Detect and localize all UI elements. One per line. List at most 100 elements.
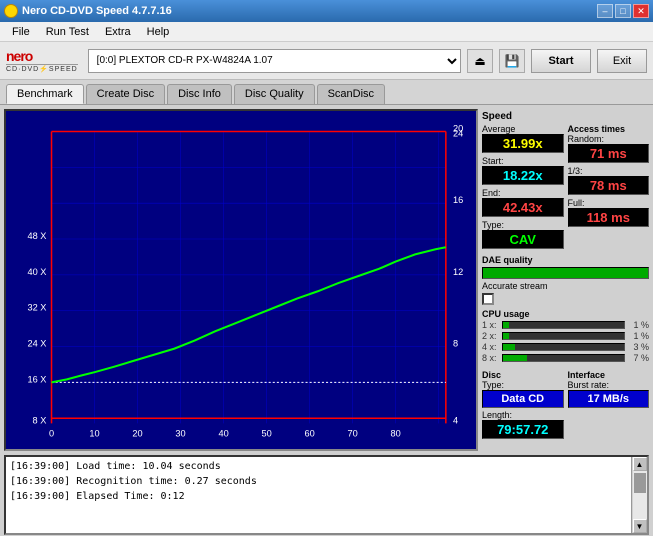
accurate-stream-label: Accurate stream — [482, 281, 649, 291]
access-times-label: Access times — [568, 124, 650, 134]
log-scrollbar[interactable]: ▲ ▼ — [631, 457, 647, 533]
start-label: Start: — [482, 156, 564, 166]
main-content: 8 X 16 X 24 X 32 X 40 X 48 X 4 8 12 16 2… — [0, 105, 653, 455]
log-line-2: [16:39:00] Recognition time: 0.27 second… — [10, 474, 627, 489]
one-third-label: 1/3: — [568, 166, 650, 176]
type-value: CAV — [482, 230, 564, 249]
interface-col: Interface Burst rate: 17 MB/s — [568, 370, 650, 439]
close-button[interactable]: ✕ — [633, 4, 649, 18]
tab-benchmark[interactable]: Benchmark — [6, 84, 84, 104]
cpu-2x-value: 1 % — [627, 331, 649, 341]
tab-disc-quality[interactable]: Disc Quality — [234, 84, 315, 104]
random-label: Random: — [568, 134, 650, 144]
scroll-track[interactable] — [633, 471, 647, 519]
disc-interface-row: Disc Type: Data CD Length: 79:57.72 Inte… — [482, 370, 649, 439]
svg-text:4: 4 — [453, 415, 458, 425]
menu-extra[interactable]: Extra — [97, 24, 139, 40]
window-title: Nero CD-DVD Speed 4.7.7.16 — [22, 5, 172, 17]
cpu-2x-label: 2 x: — [482, 331, 500, 341]
title-controls[interactable]: – □ ✕ — [597, 4, 649, 18]
cpu-4x-fill — [503, 344, 515, 350]
cpu-row-4x: 4 x: 3 % — [482, 342, 649, 352]
interface-label: Interface — [568, 370, 650, 380]
cpu-4x-value: 3 % — [627, 342, 649, 352]
scroll-thumb[interactable] — [634, 473, 646, 493]
maximize-button[interactable]: □ — [615, 4, 631, 18]
dae-label: DAE quality — [482, 255, 649, 265]
tab-disc-info[interactable]: Disc Info — [167, 84, 232, 104]
logo-subtitle: CD·DVD⚡SPEED — [6, 64, 78, 73]
cpu-label: CPU usage — [482, 309, 649, 319]
log-line-3: [16:39:00] Elapsed Time: 0:12 — [10, 489, 627, 504]
tab-create-disc[interactable]: Create Disc — [86, 84, 165, 104]
speed-col: Average 31.99x Start: 18.22x End: 42.43x… — [482, 124, 564, 249]
save-button[interactable]: 💾 — [499, 49, 525, 73]
svg-text:16: 16 — [453, 195, 463, 205]
disc-col: Disc Type: Data CD Length: 79:57.72 — [482, 370, 564, 439]
speed-access-row: Average 31.99x Start: 18.22x End: 42.43x… — [482, 124, 649, 249]
cpu-section: CPU usage 1 x: 1 % 2 x: 1 % 4 x: — [482, 309, 649, 364]
logo: nero CD·DVD⚡SPEED — [6, 48, 78, 73]
tab-bar: Benchmark Create Disc Disc Info Disc Qua… — [0, 80, 653, 105]
drive-select[interactable]: [0:0] PLEXTOR CD-R PX-W4824A 1.07 — [88, 49, 461, 73]
chart-area: 8 X 16 X 24 X 32 X 40 X 48 X 4 8 12 16 2… — [4, 109, 478, 451]
menu-bar: File Run Test Extra Help — [0, 22, 653, 42]
type-label: Type: — [482, 220, 564, 230]
minimize-button[interactable]: – — [597, 4, 613, 18]
svg-text:16 X: 16 X — [27, 374, 46, 384]
cpu-1x-bar — [502, 321, 625, 329]
access-col: Access times Random: 71 ms 1/3: 78 ms Fu… — [568, 124, 650, 249]
dae-bar — [482, 267, 649, 279]
menu-file[interactable]: File — [4, 24, 38, 40]
cpu-4x-bar — [502, 343, 625, 351]
disc-label: Disc — [482, 370, 564, 380]
log-area: [16:39:00] Load time: 10.04 seconds [16:… — [4, 455, 649, 535]
svg-text:12: 12 — [453, 267, 463, 277]
svg-text:40 X: 40 X — [27, 267, 46, 277]
speed-header: Speed — [482, 111, 649, 122]
benchmark-chart: 8 X 16 X 24 X 32 X 40 X 48 X 4 8 12 16 2… — [6, 111, 476, 449]
average-label: Average — [482, 124, 564, 134]
svg-text:80: 80 — [391, 429, 401, 439]
svg-text:8: 8 — [453, 339, 458, 349]
start-button[interactable]: Start — [531, 49, 591, 73]
svg-text:0: 0 — [49, 429, 54, 439]
svg-text:20: 20 — [132, 429, 142, 439]
title-bar-left: Nero CD-DVD Speed 4.7.7.16 — [4, 4, 172, 18]
cpu-4x-label: 4 x: — [482, 342, 500, 352]
average-value: 31.99x — [482, 134, 564, 153]
svg-text:40: 40 — [218, 429, 228, 439]
end-value: 42.43x — [482, 198, 564, 217]
svg-text:32 X: 32 X — [27, 303, 46, 313]
svg-text:24: 24 — [453, 129, 463, 139]
log-content: [16:39:00] Load time: 10.04 seconds [16:… — [6, 457, 631, 533]
cpu-row-1x: 1 x: 1 % — [482, 320, 649, 330]
svg-text:50: 50 — [261, 429, 271, 439]
cpu-8x-fill — [503, 355, 527, 361]
svg-text:24 X: 24 X — [27, 339, 46, 349]
svg-text:10: 10 — [89, 429, 99, 439]
disc-type-label: Type: — [482, 380, 564, 390]
scroll-down-button[interactable]: ▼ — [633, 519, 647, 533]
svg-text:70: 70 — [348, 429, 358, 439]
menu-run-test[interactable]: Run Test — [38, 24, 97, 40]
accurate-stream-checkbox[interactable] — [482, 293, 494, 305]
dae-section: DAE quality Accurate stream — [482, 255, 649, 305]
title-bar: Nero CD-DVD Speed 4.7.7.16 – □ ✕ — [0, 0, 653, 22]
cpu-1x-value: 1 % — [627, 320, 649, 330]
menu-help[interactable]: Help — [139, 24, 178, 40]
exit-button[interactable]: Exit — [597, 49, 647, 73]
svg-text:30: 30 — [175, 429, 185, 439]
tab-scan-disc[interactable]: ScanDisc — [317, 84, 385, 104]
cpu-1x-fill — [503, 322, 509, 328]
dae-fill — [483, 268, 648, 278]
scroll-up-button[interactable]: ▲ — [633, 457, 647, 471]
svg-text:60: 60 — [304, 429, 314, 439]
cpu-row-8x: 8 x: 7 % — [482, 353, 649, 363]
random-value: 71 ms — [568, 144, 650, 163]
cpu-8x-label: 8 x: — [482, 353, 500, 363]
end-label: End: — [482, 188, 564, 198]
app-icon — [4, 4, 18, 18]
disc-type-value: Data CD — [482, 390, 564, 408]
eject-button[interactable]: ⏏ — [467, 49, 493, 73]
